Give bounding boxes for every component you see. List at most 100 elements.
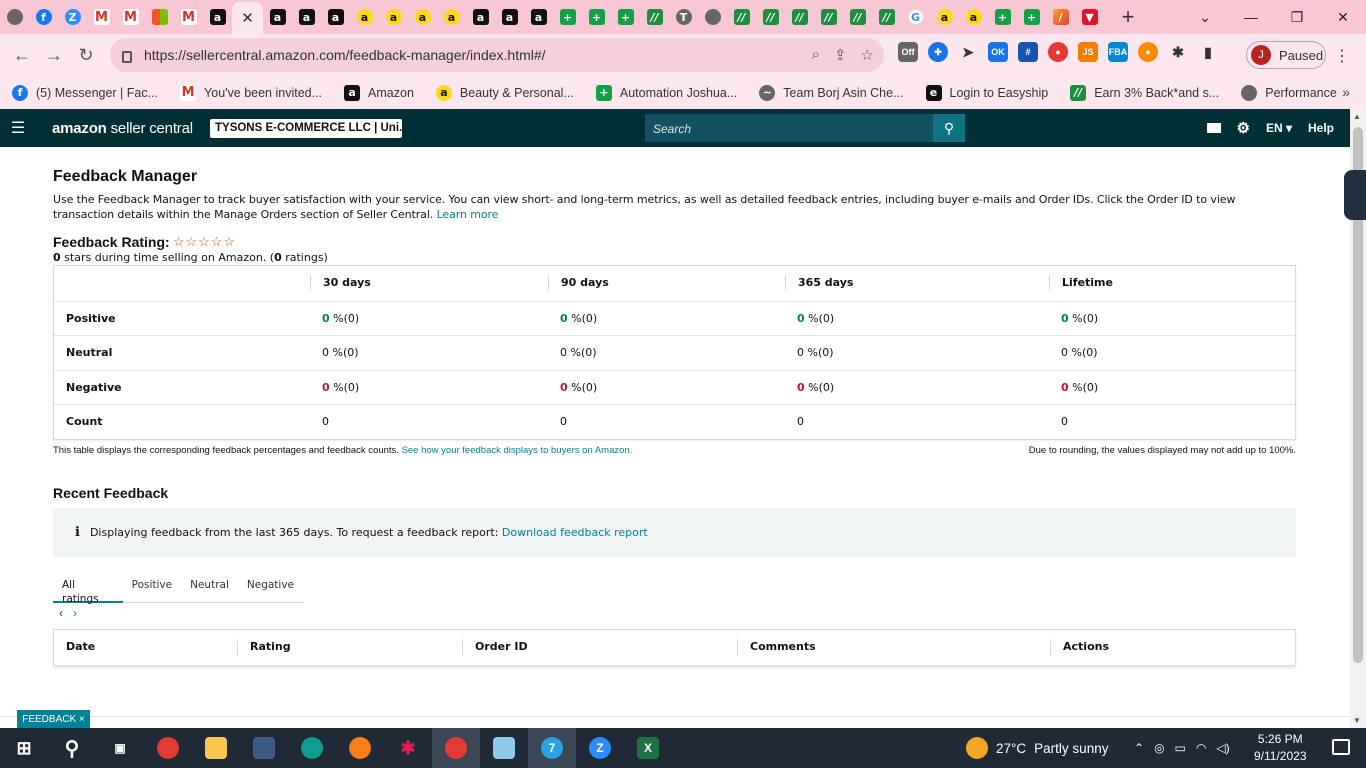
browser-tab[interactable]: a bbox=[930, 0, 959, 34]
browser-tab[interactable]: / bbox=[1046, 0, 1075, 34]
browser-tab[interactable]: a bbox=[524, 0, 553, 34]
browser-tab[interactable] bbox=[0, 0, 29, 34]
wifi-icon[interactable]: ◠ bbox=[1196, 741, 1206, 755]
store-selector[interactable]: TYSONS E-COMMERCE LLC | Uni... bbox=[210, 119, 402, 138]
address-bar[interactable]: https://sellercentral.amazon.com/feedbac… bbox=[110, 38, 884, 72]
tab-search-icon[interactable]: ⌄ bbox=[1182, 9, 1228, 26]
extension-orange-icon[interactable]: ● bbox=[1138, 42, 1158, 62]
extension-grid-icon[interactable]: # bbox=[1018, 42, 1038, 62]
extension-js-icon[interactable]: JS bbox=[1078, 42, 1098, 62]
language-selector[interactable]: EN ▾ bbox=[1266, 121, 1292, 135]
notifications-icon[interactable] bbox=[1332, 739, 1350, 755]
battery-icon[interactable]: ▭ bbox=[1175, 741, 1186, 755]
bookmark-item[interactable]: + Automation Joshua... bbox=[595, 84, 737, 101]
browser-tab[interactable]: Z bbox=[58, 0, 87, 34]
browser-menu-icon[interactable]: ⋮ bbox=[1334, 46, 1350, 66]
browser-tab[interactable]: + bbox=[1017, 0, 1046, 34]
url-text[interactable]: https://sellercentral.amazon.com/feedbac… bbox=[144, 47, 546, 63]
extensions-puzzle-icon[interactable]: ✱ bbox=[1168, 42, 1188, 62]
zoom-taskbar-icon[interactable]: Z bbox=[576, 728, 624, 768]
browser-tab[interactable]: M bbox=[116, 0, 145, 34]
browser-tab[interactable]: a bbox=[408, 0, 437, 34]
tab-positive[interactable]: Positive bbox=[123, 576, 181, 603]
browser-tab[interactable]: // bbox=[814, 0, 843, 34]
extension-off-icon[interactable]: Off bbox=[898, 42, 918, 62]
profile-chip[interactable]: J Paused bbox=[1246, 41, 1326, 69]
zoom-icon[interactable]: ⌕ bbox=[812, 46, 820, 64]
search-input[interactable]: Search bbox=[645, 114, 933, 142]
vpn-icon[interactable] bbox=[336, 728, 384, 768]
back-icon[interactable]: ← bbox=[6, 45, 38, 66]
bookmark-item[interactable]: a Beauty & Personal... bbox=[435, 84, 574, 101]
browser-tab[interactable]: M bbox=[174, 0, 203, 34]
browser-tab[interactable]: // bbox=[727, 0, 756, 34]
browser-tab[interactable] bbox=[145, 0, 174, 34]
browser-tab[interactable]: M bbox=[87, 0, 116, 34]
browser-tab[interactable]: ▼ bbox=[1075, 0, 1104, 34]
settings-gear-icon[interactable]: ⚙ bbox=[1237, 119, 1250, 137]
windows-start-icon[interactable]: ⊞ bbox=[0, 728, 48, 768]
bookmark-item[interactable]: ~ Team Borj Asin Che... bbox=[759, 84, 904, 101]
feedback-button[interactable]: FEEDBACK × bbox=[17, 710, 90, 728]
browser-tab[interactable]: a bbox=[292, 0, 321, 34]
close-window-icon[interactable]: ✕ bbox=[1320, 9, 1366, 26]
scroll-up-icon[interactable]: ▲ bbox=[1353, 112, 1361, 121]
bookmarks-more-icon[interactable]: » bbox=[1342, 84, 1350, 100]
download-report-link[interactable]: Download feedback report bbox=[502, 526, 648, 539]
feedback-display-link[interactable]: See how your feedback displays to buyers… bbox=[402, 445, 633, 456]
chrome-taskbar-icon[interactable] bbox=[144, 728, 192, 768]
taskbar-clock[interactable]: 5:26 PM 9/11/2023 bbox=[1254, 731, 1307, 765]
slack-icon[interactable]: ✱ bbox=[384, 728, 432, 768]
maximize-icon[interactable]: ❐ bbox=[1274, 9, 1320, 26]
browser-tab[interactable]: a bbox=[321, 0, 350, 34]
task-view-icon[interactable]: ▣ bbox=[96, 728, 144, 768]
browser-tab[interactable]: a bbox=[959, 0, 988, 34]
learn-more-link[interactable]: Learn more bbox=[437, 208, 499, 221]
menu-icon[interactable]: ☰ bbox=[0, 118, 36, 138]
browser-tab[interactable]: // bbox=[640, 0, 669, 34]
browser-tab[interactable]: a bbox=[350, 0, 379, 34]
bookmark-item[interactable]: f (5) Messenger | Fac... bbox=[12, 84, 158, 101]
reload-icon[interactable]: ↻ bbox=[70, 45, 102, 66]
browser-tab[interactable]: T bbox=[669, 0, 698, 34]
browser-tab[interactable]: + bbox=[988, 0, 1017, 34]
tray-chevron-icon[interactable]: ⌃ bbox=[1134, 741, 1144, 755]
next-page-icon[interactable]: › bbox=[73, 606, 77, 620]
tab-close-icon[interactable]: ✕ bbox=[241, 9, 254, 27]
telegram-icon[interactable]: 7 bbox=[528, 728, 576, 768]
side-panel-handle[interactable] bbox=[1344, 170, 1366, 220]
new-tab-icon[interactable]: + bbox=[1116, 4, 1140, 30]
share-icon[interactable]: ⇪ bbox=[834, 46, 847, 64]
browser-tab[interactable]: a bbox=[379, 0, 408, 34]
edge-icon[interactable] bbox=[288, 728, 336, 768]
mail-icon[interactable] bbox=[1206, 123, 1221, 133]
minimize-icon[interactable]: — bbox=[1228, 9, 1274, 25]
tray-app-icon[interactable]: ◎ bbox=[1154, 741, 1164, 755]
weather-widget[interactable]: 27°C Partly sunny bbox=[966, 728, 1108, 768]
browser-tab-active[interactable]: ✕ bbox=[232, 2, 263, 34]
browser-tab[interactable]: G bbox=[901, 0, 930, 34]
chrome-profile-taskbar-icon[interactable] bbox=[432, 728, 480, 768]
search-icon[interactable]: ⚲ bbox=[933, 114, 965, 142]
tab-negative[interactable]: Negative bbox=[238, 576, 303, 603]
volume-icon[interactable]: ◁) bbox=[1216, 741, 1229, 755]
taskbar-search-icon[interactable]: ⚲ bbox=[48, 728, 96, 768]
browser-tab[interactable]: a bbox=[495, 0, 524, 34]
browser-tab[interactable]: // bbox=[872, 0, 901, 34]
tab-neutral[interactable]: Neutral bbox=[181, 576, 238, 603]
extension-fba-icon[interactable]: FBA bbox=[1108, 42, 1128, 62]
bookmark-item[interactable]: a Amazon bbox=[344, 84, 414, 101]
extension-ok-icon[interactable]: OK bbox=[988, 42, 1008, 62]
forward-icon[interactable]: → bbox=[38, 45, 70, 66]
file-explorer-icon[interactable] bbox=[192, 728, 240, 768]
notes-app-icon[interactable] bbox=[480, 728, 528, 768]
browser-tab[interactable]: + bbox=[582, 0, 611, 34]
extension-arrow-icon[interactable]: ➤ bbox=[958, 42, 978, 62]
extension-ball-icon[interactable]: ● bbox=[1048, 42, 1068, 62]
browser-tab[interactable]: // bbox=[843, 0, 872, 34]
bookmark-item[interactable]: // Earn 3% Back*and s... bbox=[1070, 84, 1219, 101]
bookmark-item[interactable]: M You've been invited... bbox=[180, 84, 322, 101]
bookmark-star-icon[interactable]: ☆ bbox=[861, 46, 874, 64]
tab-all-ratings[interactable]: All ratings bbox=[53, 576, 123, 605]
excel-icon[interactable]: X bbox=[624, 728, 672, 768]
